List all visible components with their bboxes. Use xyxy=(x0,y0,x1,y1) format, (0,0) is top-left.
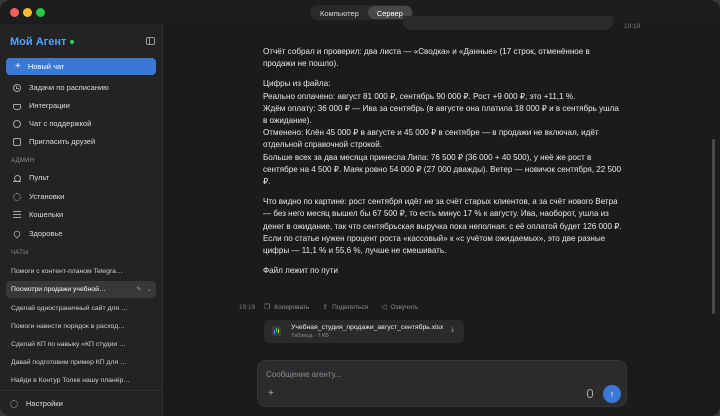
app-window: Компьютер Сервер Мой Агент + Новый чат З… xyxy=(0,0,720,416)
sidebar-item-integrations[interactable]: Интеграции xyxy=(6,97,156,114)
settings-label: Настройки xyxy=(26,399,63,408)
speak-label: Озвучить xyxy=(390,303,419,311)
copy-icon: ❐ xyxy=(264,304,271,311)
sidebar-item-invite[interactable]: Пригласить друзей xyxy=(6,133,156,150)
sidebar-item-wallets[interactable]: Кошельки xyxy=(6,206,156,223)
sidebar-item-label: Здоровье xyxy=(29,229,63,238)
previous-message-bubble xyxy=(403,16,613,30)
message-line: Ждём оплату: 36 000 ₽ — Ива за сентябрь … xyxy=(263,103,619,126)
plug-icon xyxy=(13,103,21,110)
new-chat-button[interactable]: + Новый чат xyxy=(6,58,156,75)
share-button[interactable]: ⇪ Поделиться xyxy=(322,303,369,312)
admin-section-label: АДМИН xyxy=(11,158,35,164)
message-line: Отчёт собрал и проверил: два листа — «Св… xyxy=(263,47,590,69)
sidebar-item-label: Чат с поддержкой xyxy=(29,119,92,128)
scrollbar[interactable] xyxy=(712,139,715,314)
chat-title: Помоги с контент-планом Telegra… xyxy=(11,268,123,275)
chat-title: Найди в Контур Толке нашу планёр… xyxy=(11,377,131,384)
sidebar-item-support[interactable]: Чат с поддержкой xyxy=(6,115,156,132)
copy-button[interactable]: ❐ Копировать xyxy=(264,303,310,312)
chat-item-actions: ✎ ⌄ xyxy=(136,285,152,293)
send-button[interactable]: ↑ xyxy=(603,385,621,403)
gear-icon xyxy=(10,399,18,408)
message-line: Больше всех за два месяца принесла Липа:… xyxy=(263,152,622,187)
chat-list-item-selected[interactable]: Посмотри продажи учебной… ✎ ⌄ xyxy=(6,281,156,298)
message-actions: ❐ Копировать ⇪ Поделиться ◁ Озвучить xyxy=(264,303,419,312)
sidebar-item-schedule[interactable]: Задачи по расписанию xyxy=(6,79,156,96)
chat-list-item[interactable]: Давай подготовим пример КП для … xyxy=(6,354,156,371)
chat-title: Помоги навести порядок в расход… xyxy=(11,323,125,330)
chat-title: Посмотри продажи учебной… xyxy=(11,286,106,293)
speaker-icon: ◁ xyxy=(381,304,387,311)
chevron-down-icon[interactable]: ⌄ xyxy=(147,285,152,293)
download-icon[interactable]: ⤓ xyxy=(451,326,454,334)
sidebar-item-settings-admin[interactable]: Установки xyxy=(6,188,156,205)
mode-switch: Компьютер Сервер xyxy=(310,5,413,20)
sidebar-item-dashboard[interactable]: Пульт xyxy=(6,169,156,186)
plus-icon: + xyxy=(15,60,21,72)
minimize-window-button[interactable] xyxy=(23,8,32,17)
clock-icon xyxy=(13,83,21,92)
chat-list-item[interactable]: Сделай КП по навыку «КП студии … xyxy=(6,336,156,353)
message-paragraph: Что видно по картине: рост сентября идёт… xyxy=(263,196,623,257)
wallet-icon xyxy=(13,211,21,218)
message-line: Реально оплачено: август 81 000 ₽, сентя… xyxy=(263,91,576,101)
message-line: Файл лежит по пути xyxy=(263,266,338,276)
chat-title: Сделай КП по навыку «КП студии … xyxy=(11,341,126,348)
message-line: Цифры из файла: xyxy=(263,79,331,89)
brand: Мой Агент xyxy=(10,36,75,48)
chat-list-item[interactable]: Найди в Контур Толке нашу планёр… xyxy=(6,372,156,389)
sidebar: Мой Агент + Новый чат Задачи по расписан… xyxy=(0,24,163,416)
message-composer: + ↑ xyxy=(257,360,627,407)
message-time: 19:19 xyxy=(239,304,256,311)
message-line: Если по статье нужен процент роста «касс… xyxy=(263,233,606,256)
message-input[interactable] xyxy=(266,367,566,381)
message-line: Что видно по картине: рост сентября идёт… xyxy=(263,197,622,231)
sidebar-item-label: Кошельки xyxy=(29,210,64,219)
spreadsheet-icon xyxy=(272,326,281,336)
new-chat-label: Новый чат xyxy=(27,62,65,71)
people-icon xyxy=(13,137,21,146)
online-status-dot xyxy=(70,40,75,44)
sidebar-item-label: Пригласить друзей xyxy=(29,137,96,146)
attach-plus-icon[interactable]: + xyxy=(268,388,274,399)
chats-section-label: ЧАТЫ xyxy=(11,250,29,256)
heart-icon xyxy=(12,228,22,239)
message-paragraph: Отчёт собрал и проверил: два листа — «Св… xyxy=(263,46,623,70)
chat-title: Давай подготовим пример КП для … xyxy=(11,359,127,366)
chat-title: Сделай одностраничный сайт для … xyxy=(11,305,128,312)
settings-button[interactable]: Настройки xyxy=(0,390,163,416)
sidebar-item-health[interactable]: Здоровье xyxy=(6,225,156,242)
file-attachment[interactable]: Учебная_студия_продажи_август_сентябрь.x… xyxy=(264,320,464,343)
close-window-button[interactable] xyxy=(10,8,19,17)
chat-list-item[interactable]: Помоги навести порядок в расход… xyxy=(6,318,156,335)
gear-icon xyxy=(13,192,21,201)
chat-bubble-icon xyxy=(13,119,21,128)
chat-list-item[interactable]: Помоги с контент-планом Telegra… xyxy=(6,263,156,280)
sidebar-item-label: Интеграции xyxy=(29,101,70,110)
zoom-window-button[interactable] xyxy=(36,8,45,17)
sidebar-item-label: Пульт xyxy=(29,173,50,182)
file-meta: Таблица · 7 КБ xyxy=(291,333,329,339)
sidebar-collapse-icon[interactable] xyxy=(146,37,155,45)
message-line: Отменено: Клён 45 000 ₽ в августе и 45 0… xyxy=(263,128,599,150)
share-icon: ⇪ xyxy=(322,304,329,311)
message-paragraph: Цифры из файла: Реально оплачено: август… xyxy=(263,78,623,188)
chat-list-item[interactable]: Сделай одностраничный сайт для … xyxy=(6,300,156,317)
copy-label: Копировать xyxy=(274,303,310,311)
tab-computer[interactable]: Компьютер xyxy=(311,6,368,19)
file-name: Учебная_студия_продажи_август_сентябрь.x… xyxy=(291,324,443,331)
assistant-message: Отчёт собрал и проверил: два листа — «Св… xyxy=(263,46,623,285)
edit-icon[interactable]: ✎ xyxy=(136,285,141,293)
speak-button[interactable]: ◁ Озвучить xyxy=(381,303,419,312)
message-paragraph: Файл лежит по пути xyxy=(263,265,623,277)
brand-title: Мой Агент xyxy=(10,36,67,48)
previous-message-time: 19:19 xyxy=(624,23,641,30)
sidebar-item-label: Задачи по расписанию xyxy=(29,83,109,92)
sidebar-item-label: Установки xyxy=(29,192,65,201)
share-label: Поделиться xyxy=(332,303,369,311)
pulse-icon xyxy=(13,174,21,182)
conversation-pane: 19:19 Отчёт собрал и проверил: два листа… xyxy=(163,16,720,416)
microphone-icon[interactable] xyxy=(587,389,593,398)
